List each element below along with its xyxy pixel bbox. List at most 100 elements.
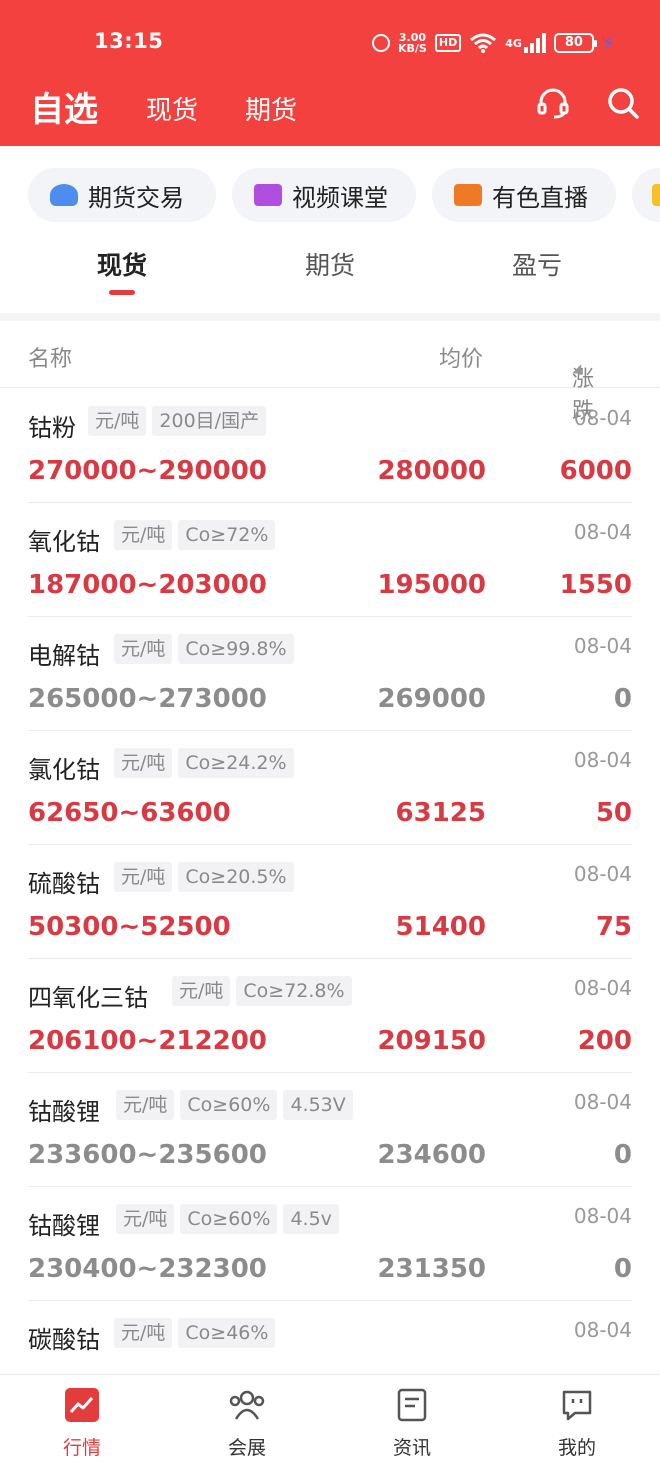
unit-tag: 元/吨 <box>172 976 231 1006</box>
tab-futures[interactable]: 期货 <box>245 90 297 127</box>
table-header: 名称 均价 涨跌 ◢ <box>0 321 660 424</box>
price-change: 200 <box>577 1026 632 1056</box>
spec-tag: Co≥46% <box>178 1318 276 1348</box>
table-row[interactable]: 四氧化三钴 元/吨 Co≥72.8% 08-04 206100~212200 2… <box>28 958 632 1073</box>
product-name: 钴粉 <box>28 414 76 442</box>
voltage-tag: 4.5v <box>283 1204 339 1234</box>
unit-tag: 元/吨 <box>116 1090 175 1120</box>
hd-voice-icon: HD <box>434 34 462 52</box>
product-name: 碳酸钴 <box>28 1326 100 1354</box>
avg-price: 63125 <box>395 798 486 828</box>
price-date: 08-04 <box>573 1090 632 1114</box>
price-change: 0 <box>613 1254 632 1284</box>
bottom-tab-market[interactable]: 行情 <box>32 1375 132 1468</box>
price-change: 0 <box>613 1140 632 1170</box>
price-change: 1550 <box>559 570 632 600</box>
unit-tag: 元/吨 <box>114 748 173 778</box>
product-tags: 元/吨 Co≥99.8% <box>114 634 294 664</box>
product-name: 钴酸锂 <box>28 1212 100 1240</box>
column-name: 名称 <box>28 347 73 372</box>
product-name: 电解钴 <box>28 642 100 670</box>
spec-tag: Co≥72.8% <box>236 976 352 1006</box>
price-date: 08-04 <box>573 520 632 544</box>
status-icons: 3.00 KB/S HD 4G 80 ⚡ <box>372 28 615 58</box>
table-row[interactable]: 钴酸锂 元/吨 Co≥60% 4.53V 08-04 233600~235600… <box>28 1072 632 1187</box>
table-row[interactable]: 氯化钴 元/吨 Co≥24.2% 08-04 62650~63600 63125… <box>28 730 632 845</box>
spec-tag: 200目/国产 <box>152 406 267 436</box>
table-row[interactable]: 钴酸锂 元/吨 Co≥60% 4.5v 08-04 230400~232300 … <box>28 1186 632 1301</box>
product-name: 钴酸锂 <box>28 1098 100 1126</box>
tab-spot[interactable]: 现货 <box>146 90 198 127</box>
top-nav: 自选 现货 期货 <box>0 80 660 130</box>
tab-watchlist[interactable]: 自选 <box>30 82 98 131</box>
search-icon[interactable] <box>606 86 640 120</box>
price-range: 230400~232300 <box>28 1254 267 1284</box>
product-name: 硫酸钴 <box>28 870 100 898</box>
price-range: 233600~235600 <box>28 1140 267 1170</box>
bottom-tab-label: 资讯 <box>392 1437 431 1459</box>
product-tags: 元/吨 Co≥24.2% <box>114 748 294 778</box>
live-camera-icon <box>454 184 482 206</box>
wifi-icon <box>470 33 497 53</box>
unit-tag: 元/吨 <box>116 1204 175 1234</box>
price-date: 08-04 <box>573 976 632 1000</box>
avg-price: 231350 <box>377 1254 486 1284</box>
product-tags: 元/吨 Co≥72.8% <box>172 976 352 1006</box>
video-class-icon <box>254 184 282 206</box>
price-range: 187000~203000 <box>28 570 267 600</box>
product-tags: 元/吨 Co≥60% 4.5v <box>116 1204 339 1234</box>
price-date: 08-04 <box>573 634 632 658</box>
shortcut-bar: 期货交易 视频课堂 有色直播 <box>28 168 660 222</box>
table-row[interactable]: 钴粉 元/吨 200目/国产 08-04 270000~290000 28000… <box>28 388 632 503</box>
table-row[interactable]: 氧化钴 元/吨 Co≥72% 08-04 187000~203000 19500… <box>28 502 632 617</box>
bottom-tab-label: 会展 <box>227 1437 266 1459</box>
network-speed: 3.00 KB/S <box>398 31 427 55</box>
bottom-tab-exhibition[interactable]: 会展 <box>197 1375 297 1468</box>
price-range: 62650~63600 <box>28 798 231 828</box>
price-date: 08-04 <box>573 1318 632 1342</box>
column-avg-price: 均价 <box>439 347 484 372</box>
price-date: 08-04 <box>573 406 632 430</box>
price-change: 6000 <box>559 456 632 486</box>
bottom-tab-profile[interactable]: 我的 <box>527 1375 627 1468</box>
spec-tag: Co≥60% <box>180 1204 278 1234</box>
more-shortcut-icon <box>652 184 660 206</box>
shortcut-more[interactable] <box>632 168 660 222</box>
product-name: 四氧化三钴 <box>28 984 148 1012</box>
customer-service-icon[interactable] <box>536 86 570 120</box>
voltage-tag: 4.53V <box>283 1090 353 1120</box>
product-name: 氧化钴 <box>28 528 100 556</box>
price-date: 08-04 <box>573 1204 632 1228</box>
spec-tag: Co≥24.2% <box>178 748 294 778</box>
tab-spot-market[interactable]: 现货 <box>97 246 147 282</box>
tab-futures-market[interactable]: 期货 <box>305 246 355 282</box>
bottom-tab-label: 我的 <box>557 1437 596 1459</box>
battery-icon: 80 <box>553 33 597 53</box>
table-row[interactable]: 硫酸钴 元/吨 Co≥20.5% 08-04 50300~52500 51400… <box>28 844 632 959</box>
price-change: 0 <box>613 684 632 714</box>
spec-tag: Co≥72% <box>178 520 276 550</box>
news-document-icon <box>397 1388 427 1422</box>
product-tags: 元/吨 Co≥72% <box>114 520 276 550</box>
table-row[interactable]: 碳酸钴 元/吨 Co≥46% 08-04 <box>28 1300 632 1374</box>
shortcut-video-class[interactable]: 视频课堂 <box>232 168 416 222</box>
bottom-tab-news[interactable]: 资讯 <box>362 1375 462 1468</box>
table-row[interactable]: 电解钴 元/吨 Co≥99.8% 08-04 265000~273000 269… <box>28 616 632 731</box>
price-list: 钴粉 元/吨 200目/国产 08-04 270000~290000 28000… <box>0 388 660 1374</box>
price-range: 206100~212200 <box>28 1026 267 1056</box>
bottom-tab-bar: 行情 会展 资讯 我的 <box>0 1374 660 1468</box>
price-change: 50 <box>595 798 632 828</box>
product-tags: 元/吨 Co≥20.5% <box>114 862 294 892</box>
avg-price: 195000 <box>377 570 486 600</box>
alarm-icon <box>372 34 390 52</box>
shortcut-live[interactable]: 有色直播 <box>432 168 616 222</box>
avg-price: 269000 <box>377 684 486 714</box>
spec-tag: Co≥99.8% <box>178 634 294 664</box>
exhibition-people-icon <box>229 1390 265 1420</box>
spec-tag: Co≥60% <box>180 1090 278 1120</box>
price-range: 265000~273000 <box>28 684 267 714</box>
tab-profit-loss[interactable]: 盈亏 <box>512 246 562 282</box>
shortcut-futures-trading[interactable]: 期货交易 <box>28 168 216 222</box>
price-range: 270000~290000 <box>28 456 267 486</box>
price-range: 50300~52500 <box>28 912 231 942</box>
